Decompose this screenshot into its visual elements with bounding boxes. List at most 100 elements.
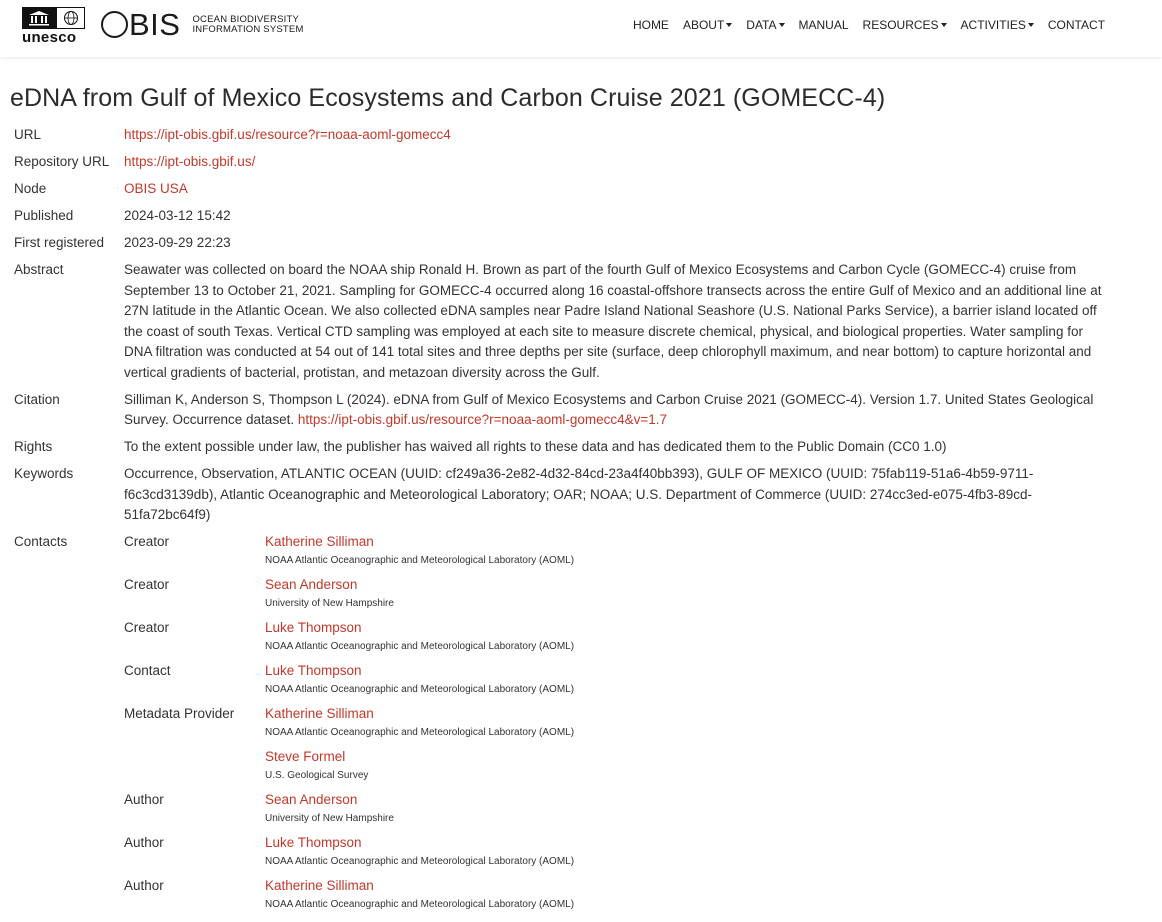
nav-activities[interactable]: ACTIVITIES [954,17,1041,33]
nav-label: DATA [746,18,777,32]
contact-name-link[interactable]: Sean Anderson [265,575,394,595]
url-link[interactable]: https://ipt-obis.gbif.us/resource?r=noaa… [124,127,451,142]
contact-people: Sean Anderson University of New Hampshire [265,575,394,613]
field-first-registered: First registered 2023-09-29 22:23 [14,233,1114,254]
unesco-wordmark: unesco [22,29,77,46]
unesco-logo[interactable]: unesco [22,7,86,45]
globe-icon [56,7,85,29]
dataset-info: URL https://ipt-obis.gbif.us/resource?r=… [14,125,1114,919]
field-label: Repository URL [14,154,110,169]
contact-entry: Author Katherine Silliman NOAA Atlantic Oc… [124,876,1114,914]
contact-person: Steve Formel U.S. Geological Survey [265,747,574,785]
field-repository: Repository URL https://ipt-obis.gbif.us/ [14,152,1114,173]
rights-value: To the extent possible under law, the pu… [124,439,947,454]
contact-entry: Creator Luke Thompson NOAA Atlantic Oceano… [124,618,1114,656]
contact-organization: NOAA Atlantic Oceanographic and Meteorol… [265,899,575,910]
contact-name-link[interactable]: Luke Thompson [265,661,574,681]
field-node: Node OBIS USA [14,179,1114,200]
contact-name-link[interactable]: Steve Formel [265,747,574,767]
nav-home[interactable]: HOME [626,17,676,33]
contact-name-link[interactable]: Katherine Silliman [265,532,574,552]
contact-person: Sean Anderson University of New Hampshire [265,790,394,828]
caret-down-icon [1027,23,1034,27]
abstract-value: Seawater was collected on board the NOAA… [124,262,1102,380]
contact-role: Contact [124,663,171,678]
contact-entry: Author Sean Anderson University of New Ham… [124,790,1114,828]
contact-organization: U.S. Geological Survey [265,770,369,781]
nav-contact[interactable]: CONTACT [1041,17,1112,33]
contact-person: Sean Anderson University of New Hampshire [265,575,394,613]
main-nav: HOME ABOUT DATA MANUAL RESOURCES ACTIVIT… [626,17,1112,33]
keywords-value: Occurrence, Observation, ATLANTIC OCEAN … [124,466,1034,522]
obis-wordmark-text: BIS [129,7,181,42]
contact-people: Sean Anderson University of New Hampshire [265,790,394,828]
unesco-temple-icon [22,7,56,29]
contact-people: Katherine Silliman NOAA Atlantic Oceanogr… [265,876,574,914]
citation-value: Silliman K, Anderson S, Thompson L (2024… [124,390,1114,431]
contact-people: Luke Thompson NOAA Atlantic Oceanographic… [265,661,574,699]
contact-person: Luke Thompson NOAA Atlantic Oceanographic… [265,833,574,871]
contact-organization: NOAA Atlantic Oceanographic and Meteorol… [265,555,575,566]
contact-role: Author [124,792,164,807]
field-abstract: Abstract Seawater was collected on board… [14,260,1114,383]
field-label: Abstract [14,262,64,277]
page-title: eDNA from Gulf of Mexico Ecosystems and … [10,84,886,112]
contact-role: Author [124,878,164,893]
field-label: Node [14,181,47,196]
field-label: Keywords [14,466,74,481]
contact-organization: University of New Hampshire [265,598,394,609]
contact-name-link[interactable]: Luke Thompson [265,833,574,853]
contact-role: Creator [124,620,170,635]
contact-name-link[interactable]: Katherine Silliman [265,704,574,724]
nav-resources[interactable]: RESOURCES [856,17,954,33]
obis-wordmark: BIS [101,9,180,41]
contact-organization: NOAA Atlantic Oceanographic and Meteorol… [265,727,575,738]
contact-organization: University of New Hampshire [265,813,394,824]
published-value: 2024-03-12 15:42 [124,208,231,223]
node-link[interactable]: OBIS USA [124,181,188,196]
contact-people: Luke Thompson NOAA Atlantic Oceanographic… [265,833,574,871]
nav-label: HOME [632,18,669,32]
field-label: Contacts [14,534,68,549]
caret-down-icon [940,23,947,27]
contact-entry: Creator Sean Anderson University of New Ha… [124,575,1114,613]
caret-down-icon [726,23,733,27]
nav-label: MANUAL [798,18,849,32]
nav-label: ACTIVITIES [960,18,1026,32]
nav-label: CONTACT [1047,18,1105,32]
obis-globe-icon [101,11,128,38]
contact-person: Katherine Silliman NOAA Atlantic Oceanogr… [265,876,574,914]
contact-role: Creator [124,577,170,592]
field-label: Citation [14,391,60,407]
contact-role: Author [124,835,164,850]
citation-link[interactable]: https://ipt-obis.gbif.us/resource?r=noaa… [298,412,667,427]
repository-link[interactable]: https://ipt-obis.gbif.us/ [124,154,255,169]
obis-logo[interactable]: BIS OCEAN BIODIVERSITY INFORMATION SYSTE… [101,9,304,41]
contact-person: Katherine Silliman NOAA Atlantic Oceanogr… [265,704,574,742]
field-label: Published [14,208,74,223]
field-label: URL [14,127,42,142]
contact-people: Katherine Silliman NOAA Atlantic Oceanogr… [265,532,574,570]
field-citation: Citation Silliman K, Anderson S, Thompso… [14,390,1114,431]
field-rights: Rights To the extent possible under law,… [14,437,1114,458]
contact-name-link[interactable]: Luke Thompson [265,618,574,638]
contacts-list: Creator Katherine Silliman NOAA Atlantic O… [124,532,1114,919]
contact-people: Luke Thompson NOAA Atlantic Oceanographic… [265,618,574,656]
contact-name-link[interactable]: Katherine Silliman [265,876,574,896]
obis-subtitle-line2: INFORMATION SYSTEM [192,24,304,35]
contact-organization: NOAA Atlantic Oceanographic and Meteorol… [265,684,575,695]
nav-label: RESOURCES [862,18,939,32]
nav-about[interactable]: ABOUT [676,17,739,33]
field-url: URL https://ipt-obis.gbif.us/resource?r=… [14,125,1114,146]
contact-entry: Metadata Provider Katherine Silliman NOAA … [124,704,1114,785]
nav-manual[interactable]: MANUAL [792,17,856,33]
field-keywords: Keywords Occurrence, Observation, ATLANT… [14,464,1114,526]
contact-entry: Creator Katherine Silliman NOAA Atlantic O… [124,532,1114,570]
nav-data[interactable]: DATA [739,17,791,33]
nav-label: ABOUT [682,18,725,32]
contact-person: Luke Thompson NOAA Atlantic Oceanographic… [265,661,574,699]
contact-name-link[interactable]: Sean Anderson [265,790,394,810]
contact-role: Creator [124,534,170,549]
obis-subtitle: OCEAN BIODIVERSITY INFORMATION SYSTEM [192,14,304,36]
site-header: unesco BIS OCEAN BIODIVERSITY INFORMATIO… [0,0,1162,57]
